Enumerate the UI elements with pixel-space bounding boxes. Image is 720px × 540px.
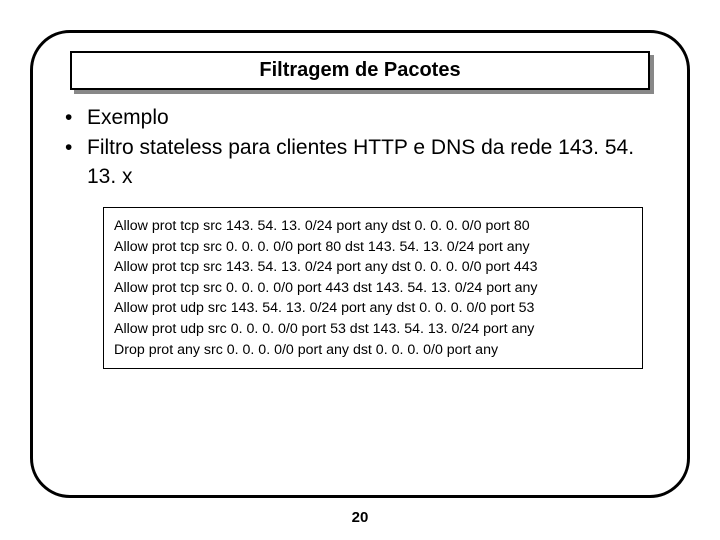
filter-rule: Allow prot udp src 0. 0. 0. 0/0 port 53 … [114,319,632,340]
filter-rules-box: Allow prot tcp src 143. 54. 13. 0/24 por… [103,207,643,369]
slide-frame: Filtragem de Pacotes Exemplo Filtro stat… [30,30,690,498]
filter-rule: Allow prot tcp src 143. 54. 13. 0/24 por… [114,216,632,237]
title-container: Filtragem de Pacotes [70,51,650,90]
filter-rule: Allow prot tcp src 143. 54. 13. 0/24 por… [114,257,632,278]
bullet-list: Exemplo Filtro stateless para clientes H… [61,104,665,191]
slide-title: Filtragem de Pacotes [70,51,650,90]
bullet-item: Exemplo [61,104,665,132]
filter-rule: Drop prot any src 0. 0. 0. 0/0 port any … [114,340,632,361]
bullet-item: Filtro stateless para clientes HTTP e DN… [61,134,665,191]
filter-rule: Allow prot tcp src 0. 0. 0. 0/0 port 80 … [114,237,632,258]
filter-rule: Allow prot tcp src 0. 0. 0. 0/0 port 443… [114,278,632,299]
page-number: 20 [0,509,720,526]
filter-rule: Allow prot udp src 143. 54. 13. 0/24 por… [114,298,632,319]
